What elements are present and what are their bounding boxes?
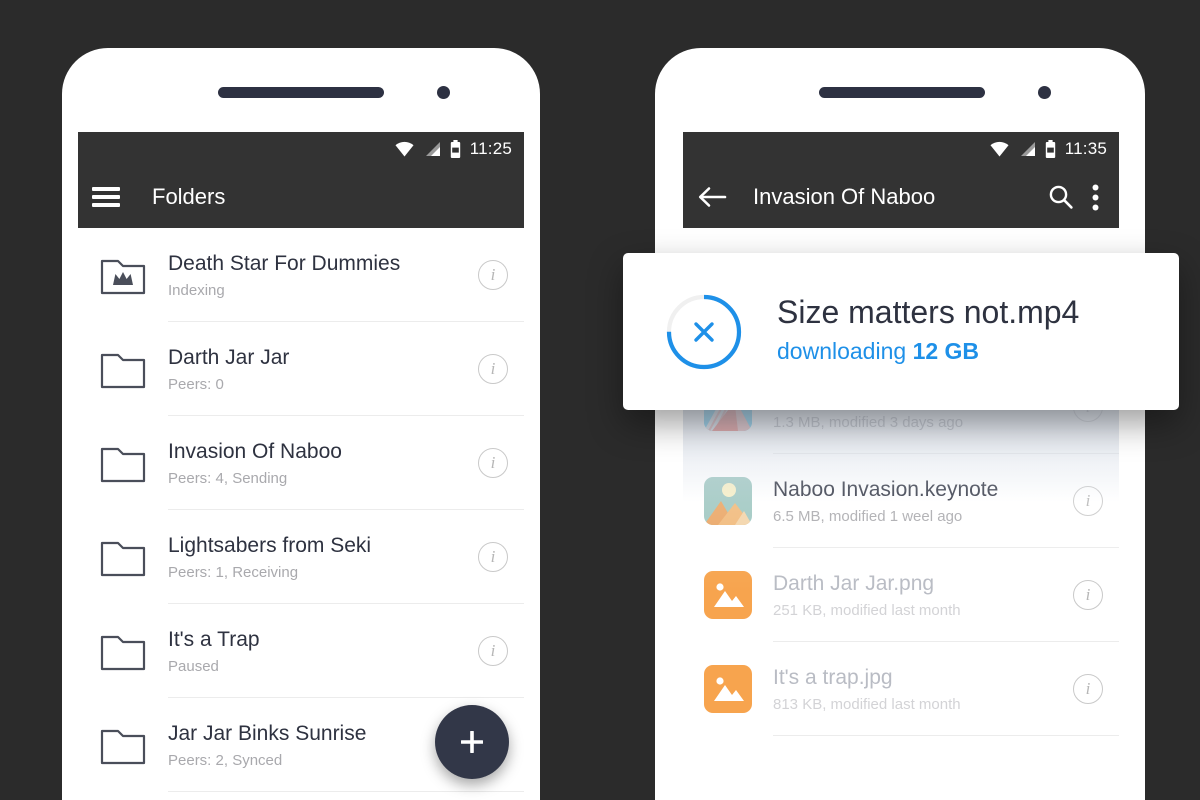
- image-file-icon: [701, 571, 755, 619]
- folder-status: Peers: 1, Receiving: [168, 564, 299, 582]
- app-bar-left: Folders: [78, 166, 524, 228]
- file-row-text: Naboo Invasion.keynote 6.5 MB, modified …: [755, 477, 1065, 525]
- info-icon[interactable]: i: [1073, 486, 1103, 516]
- file-meta: 251 KB, modified last month: [773, 602, 961, 620]
- file-meta: 1.3 MB, modified 3 days ago: [773, 414, 964, 432]
- phone-device-left: 11:25 Folders Death Star For Dummies Ind…: [62, 48, 540, 800]
- dialog-status-size: 12 GB: [912, 338, 980, 365]
- folder-row[interactable]: Invasion Of Naboo Peers: 4, Sending i: [78, 416, 524, 510]
- folder-name: Darth Jar Jar: [168, 345, 290, 369]
- file-row[interactable]: It's a trap.jpg 813 KB, modified last mo…: [683, 642, 1119, 736]
- file-row[interactable]: Darth Jar Jar.png 251 KB, modified last …: [683, 548, 1119, 642]
- info-icon[interactable]: i: [478, 636, 508, 666]
- folder-icon: [96, 349, 150, 389]
- file-row-text: Darth Jar Jar.png 251 KB, modified last …: [755, 571, 1065, 619]
- folder-row[interactable]: Death Star For Dummies Indexing i: [78, 228, 524, 322]
- folder-name: Invasion Of Naboo: [168, 439, 342, 463]
- page-title-left: Folders: [152, 184, 226, 209]
- folder-row-text: Death Star For Dummies Indexing: [150, 251, 470, 299]
- dialog-status-prefix: downloading: [777, 338, 907, 365]
- signal-icon: [1020, 142, 1035, 156]
- app-bar-right: Invasion Of Naboo: [683, 166, 1119, 228]
- file-meta: 6.5 MB, modified 1 weel ago: [773, 508, 963, 526]
- more-vert-icon[interactable]: [1092, 184, 1099, 211]
- status-bar-right: 11:35: [683, 132, 1119, 166]
- file-name: Darth Jar Jar.png: [773, 571, 935, 595]
- battery-icon: [1045, 140, 1055, 158]
- earpiece-speaker: [819, 87, 985, 98]
- dialog-status: downloading 12 GB: [777, 338, 1079, 365]
- folder-name: Jar Jar Binks Sunrise: [168, 721, 367, 745]
- folder-icon: [96, 443, 150, 483]
- folder-row-text: Darth Jar Jar Peers: 0: [150, 345, 470, 393]
- folder-row-text: Lightsabers from Seki Peers: 1, Receivin…: [150, 533, 470, 581]
- add-folder-fab[interactable]: [435, 705, 509, 779]
- battery-icon: [450, 140, 460, 158]
- folder-row[interactable]: Darth Jar Jar Peers: 0 i: [78, 322, 524, 416]
- folder-status: Peers: 0: [168, 376, 224, 394]
- folder-status: Peers: 4, Sending: [168, 470, 288, 488]
- info-icon[interactable]: i: [478, 260, 508, 290]
- info-icon[interactable]: i: [1073, 674, 1103, 704]
- keynote-file-icon: [701, 477, 755, 525]
- folder-row[interactable]: Lightsabers from Seki Peers: 1, Receivin…: [78, 510, 524, 604]
- dialog-text: Size matters not.mp4 downloading 12 GB: [777, 294, 1079, 370]
- folder-icon: [96, 631, 150, 671]
- plus-icon: [461, 731, 483, 753]
- wifi-icon: [990, 141, 1009, 157]
- phone-screen-right: 11:35 Invasion Of Naboo 1.3 MB, modified…: [683, 132, 1119, 800]
- folder-status: Indexing: [168, 282, 225, 300]
- file-meta: 813 KB, modified last month: [773, 696, 961, 714]
- folder-row[interactable]: It's a Trap Paused i: [78, 604, 524, 698]
- wifi-icon: [395, 141, 414, 157]
- front-camera-icon: [437, 86, 450, 99]
- info-icon[interactable]: i: [478, 542, 508, 572]
- folder-name: Lightsabers from Seki: [168, 533, 372, 557]
- close-circle-progress-icon[interactable]: [665, 293, 743, 371]
- folder-row-text: Invasion Of Naboo Peers: 4, Sending: [150, 439, 470, 487]
- info-icon[interactable]: i: [1073, 580, 1103, 610]
- screenshot-stage: 11:25 Folders Death Star For Dummies Ind…: [0, 0, 1200, 800]
- row-divider: [168, 791, 524, 792]
- folder-status: Peers: 2, Synced: [168, 752, 283, 770]
- file-row[interactable]: Naboo Invasion.keynote 6.5 MB, modified …: [683, 454, 1119, 548]
- download-progress-dialog: Size matters not.mp4 downloading 12 GB: [623, 253, 1179, 410]
- info-icon[interactable]: i: [478, 354, 508, 384]
- folder-crown-icon: [96, 255, 150, 295]
- file-name: Naboo Invasion.keynote: [773, 477, 999, 501]
- status-bar-time-right: 11:35: [1064, 139, 1107, 158]
- earpiece-speaker: [218, 87, 384, 98]
- hamburger-menu-icon[interactable]: [92, 187, 120, 207]
- arrow-back-icon[interactable]: [697, 185, 727, 209]
- front-camera-icon: [1038, 86, 1051, 99]
- folder-icon: [96, 725, 150, 765]
- folder-name: Death Star For Dummies: [168, 251, 401, 275]
- image-file-icon: [701, 665, 755, 713]
- phone-screen-left: 11:25 Folders Death Star For Dummies Ind…: [78, 132, 524, 800]
- row-divider: [773, 735, 1119, 736]
- search-icon[interactable]: [1048, 184, 1074, 210]
- dialog-file-name: Size matters not.mp4: [777, 293, 1080, 330]
- folder-row-text: It's a Trap Paused: [150, 627, 470, 675]
- status-bar-time-left: 11:25: [469, 139, 512, 158]
- folder-row-text: Jar Jar Binks Sunrise Peers: 2, Synced: [150, 721, 470, 769]
- signal-icon: [425, 142, 440, 156]
- phone-device-right: 11:35 Invasion Of Naboo 1.3 MB, modified…: [655, 48, 1145, 800]
- file-name: It's a trap.jpg: [773, 665, 893, 689]
- folder-icon: [96, 537, 150, 577]
- status-bar-left: 11:25: [78, 132, 524, 166]
- page-title-right: Invasion Of Naboo: [753, 184, 936, 209]
- folder-status: Paused: [168, 658, 219, 676]
- info-icon[interactable]: i: [478, 448, 508, 478]
- file-row-text: It's a trap.jpg 813 KB, modified last mo…: [755, 665, 1065, 713]
- folder-name: It's a Trap: [168, 627, 260, 651]
